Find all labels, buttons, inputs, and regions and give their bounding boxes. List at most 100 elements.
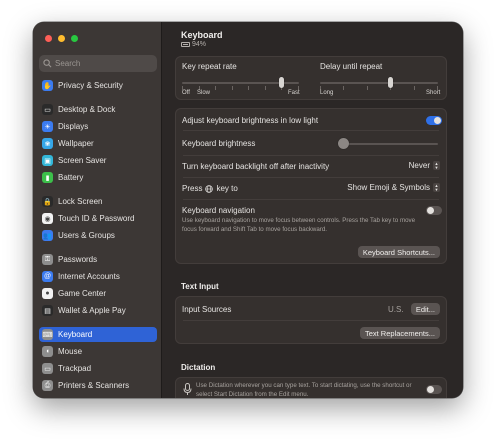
divider (183, 130, 439, 131)
sidebar-item-mouse[interactable]: ◖ Mouse (39, 344, 157, 359)
sidebar-item-label: Battery (58, 173, 84, 182)
sidebar: Search ✋ Privacy & Security ▭ Desktop & Doc… (33, 22, 162, 398)
sidebar-item-game-center[interactable]: ● Game Center (39, 286, 157, 301)
sidebar-item-privacy-security[interactable]: ✋ Privacy & Security (39, 78, 157, 93)
slider-tick (366, 86, 368, 90)
divider (183, 177, 439, 178)
dictation-card: Use Dictation wherever you can type text… (175, 377, 447, 398)
adjust-brightness-label: Adjust keyboard brightness in low light (182, 116, 319, 125)
input-sources-label: Input Sources (182, 305, 232, 314)
sidebar-item-displays[interactable]: ☀ Displays (39, 119, 157, 134)
sun-icon: ☀ (42, 121, 53, 132)
sidebar-item-label: Screen Saver (58, 156, 107, 165)
sidebar-item-label: Trackpad (58, 364, 92, 373)
key-repeat-slider-thumb[interactable] (278, 77, 284, 88)
wallet-icon: ▤ (42, 305, 53, 316)
sidebar-item-label: Users & Groups (58, 231, 115, 240)
sidebar-item-label: Passwords (58, 255, 98, 264)
sidebar-item-desktop-dock[interactable]: ▭ Desktop & Dock (39, 102, 157, 117)
search-placeholder: Search (55, 59, 81, 68)
text-input-section-title: Text Input (181, 282, 219, 291)
slider-tick (248, 86, 250, 90)
game-center-icon: ● (42, 288, 53, 299)
screensaver-icon: ▣ (42, 155, 53, 166)
keyboard-icon: ⌨ (42, 329, 53, 340)
chevron-up-down-icon: ▲ ▼ (433, 182, 440, 192)
adjust-brightness-toggle[interactable] (426, 116, 442, 125)
backlight-off-popup[interactable]: Never ▲ ▼ (409, 161, 440, 170)
press-key-label-pre: Press (182, 184, 203, 193)
sidebar-item-wallet-apple-pay[interactable]: ▤ Wallet & Apple Pay (39, 303, 157, 318)
press-key-value: Show Emoji & Symbols (347, 183, 430, 192)
sidebar-item-wallpaper[interactable]: ❀ Wallpaper (39, 136, 157, 151)
key-repeat-slow-label: Slow (197, 90, 211, 96)
flower-icon: ❀ (42, 138, 53, 149)
page-title: Keyboard (181, 30, 223, 40)
settings-window: Search ✋ Privacy & Security ▭ Desktop & Doc… (33, 22, 463, 398)
sidebar-item-printers-scanners[interactable]: ⎙ Printers & Scanners (39, 378, 157, 393)
sidebar-item-label: Internet Accounts (58, 272, 120, 281)
delay-slider-thumb[interactable] (388, 77, 394, 88)
text-input-card: Input Sources U.S. Edit... Text Replacem… (175, 296, 447, 344)
sidebar-item-screen-saver[interactable]: ▣ Screen Saver (39, 153, 157, 168)
minimize-window-button[interactable] (58, 35, 65, 42)
trackpad-icon: ▭ (42, 363, 53, 374)
delay-max-label: Short (426, 90, 441, 96)
slider-tick (413, 86, 415, 90)
printer-icon: ⎙ (42, 380, 53, 391)
input-sources-edit-button[interactable]: Edit... (410, 303, 440, 315)
sidebar-item-internet-accounts[interactable]: @ Internet Accounts (39, 269, 157, 284)
dictation-toggle[interactable] (426, 385, 442, 394)
sidebar-item-label: Wallpaper (58, 139, 94, 148)
sidebar-item-label: Keyboard (58, 330, 93, 339)
sidebar-item-trackpad[interactable]: ▭ Trackpad (39, 361, 157, 376)
battery-icon: ▮ (42, 172, 53, 183)
input-sources-value: U.S. (388, 305, 404, 314)
sidebar-item-label: Printers & Scanners (58, 381, 130, 390)
sidebar-item-label: Mouse (58, 347, 83, 356)
backlight-off-value: Never (408, 161, 430, 170)
keyboard-shortcuts-button[interactable]: Keyboard Shortcuts... (357, 246, 440, 258)
chevron-up-down-icon: ▲ ▼ (433, 160, 440, 170)
press-key-popup[interactable]: Show Emoji & Symbols ▲ ▼ (347, 183, 440, 192)
sidebar-item-passwords[interactable]: ⚿ Passwords (39, 252, 157, 267)
sidebar-item-label: Lock Screen (58, 197, 103, 206)
dock-icon: ▭ (42, 104, 53, 115)
sidebar-item-label: Desktop & Dock (58, 105, 116, 114)
globe-icon (205, 184, 214, 193)
search-field[interactable]: Search (39, 55, 157, 72)
main-pane: Keyboard 94% Key repeat rate Off Slow Fa… (163, 22, 463, 398)
backlight-off-label: Turn keyboard backlight off after inacti… (182, 162, 330, 171)
sidebar-item-battery[interactable]: ▮ Battery (39, 170, 157, 185)
dictation-section-title: Dictation (181, 363, 216, 372)
sidebar-item-label: Game Center (58, 289, 107, 298)
battery-status: 94% (181, 41, 206, 48)
sidebar-item-label: Displays (58, 122, 89, 131)
text-replacements-button[interactable]: Text Replacements... (359, 327, 440, 339)
navigation-toggle[interactable] (426, 206, 442, 215)
at-icon: @ (42, 271, 53, 282)
press-key-label-post: key to (216, 184, 238, 193)
close-window-button[interactable] (45, 35, 52, 42)
brightness-slider-thumb[interactable] (338, 138, 349, 149)
sidebar-item-touch-id-password[interactable]: ◉ Touch ID & Password (39, 211, 157, 226)
divider (183, 155, 439, 156)
sidebar-item-keyboard[interactable]: ⌨ Keyboard (39, 327, 157, 342)
slider-tick (231, 86, 233, 90)
delay-min-label: Long (320, 90, 334, 96)
slider-tick (264, 86, 266, 90)
zoom-window-button[interactable] (71, 35, 78, 42)
search-icon (43, 59, 52, 68)
hand-icon: ✋ (42, 80, 53, 91)
slider-tick (215, 86, 217, 90)
lock-icon: 🔒 (42, 196, 53, 207)
keyboard-settings-card: Adjust keyboard brightness in low light … (175, 108, 447, 264)
dictation-description: Use Dictation wherever you can type text… (196, 382, 412, 398)
sidebar-item-lock-screen[interactable]: 🔒 Lock Screen (39, 194, 157, 209)
sidebar-item-label: Privacy & Security (58, 81, 123, 90)
key-repeat-max-label: Fast (288, 90, 300, 96)
mouse-icon: ◖ (42, 346, 53, 357)
sidebar-item-users-groups[interactable]: 👥 Users & Groups (39, 228, 157, 243)
users-icon: 👥 (42, 230, 53, 241)
slider-tick (343, 86, 345, 90)
